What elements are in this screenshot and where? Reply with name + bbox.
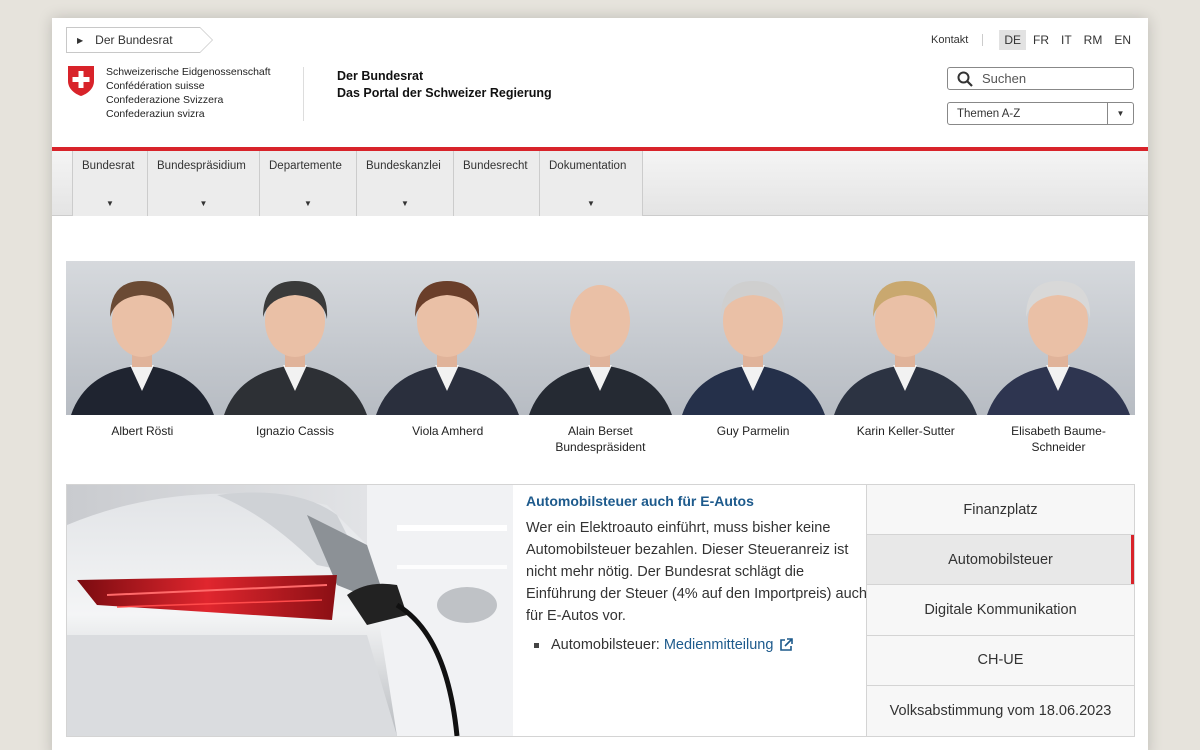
breadcrumb[interactable]: ▶ Der Bundesrat	[66, 27, 213, 53]
bullet-icon	[534, 642, 539, 648]
lang-rm[interactable]: RM	[1079, 30, 1108, 50]
nav-item-label: Departemente	[269, 160, 342, 172]
breadcrumb-label: Der Bundesrat	[95, 33, 173, 47]
contact-link[interactable]: Kontakt	[931, 34, 984, 46]
member-name: Alain Berset	[568, 424, 633, 438]
caret-down-icon: ▼	[199, 199, 208, 208]
page: ▶ Der Bundesrat Schweizerische Eidgenoss…	[52, 18, 1148, 750]
conf-line-it: Confederazione Svizzera	[106, 94, 224, 106]
portal-subtitle: Das Portal der Schweizer Regierung	[337, 86, 552, 100]
lang-en[interactable]: EN	[1109, 30, 1136, 50]
conf-line-fr: Confédération suisse	[106, 80, 205, 92]
swiss-shield-icon	[68, 66, 94, 96]
topic-tab-automobilsteuer[interactable]: Automobilsteuer	[867, 535, 1134, 586]
topic-label: Finanzplatz	[963, 501, 1038, 518]
topic-label: Automobilsteuer	[948, 551, 1053, 568]
topic-label: Digitale Kommunikation	[924, 601, 1077, 618]
council-portrait[interactable]	[982, 261, 1135, 415]
topic-tab-digitale-kommunikation[interactable]: Digitale Kommunikation	[867, 585, 1134, 636]
confederation-names: Schweizerische Eidgenossenschaft Confédé…	[106, 65, 271, 121]
conf-line-rm: Confederaziun svizra	[106, 108, 205, 120]
conf-line-de: Schweizerische Eidgenossenschaft	[106, 66, 271, 78]
caret-down-icon: ▼	[587, 199, 595, 208]
member-name: Ignazio Cassis	[256, 424, 335, 438]
member-name: Viola Amherd	[412, 424, 484, 438]
nav-item-label: Bundesrecht	[463, 160, 528, 172]
portal-title[interactable]: Der Bundesrat Das Portal der Schweizer R…	[337, 68, 552, 102]
nav-item-bundespraesidium[interactable]: Bundespräsidium ▼	[147, 151, 259, 216]
council-portrait[interactable]	[371, 261, 524, 415]
feature-article: Automobilsteuer auch für E-Autos Wer ein…	[526, 493, 868, 653]
federal-council-names: Albert Rösti Ignazio Cassis Viola Amherd…	[66, 423, 1135, 455]
confederation-logo[interactable]: Schweizerische Eidgenossenschaft Confédé…	[66, 65, 271, 121]
council-portrait[interactable]	[829, 261, 982, 415]
member-name: Karin Keller-Sutter	[856, 424, 955, 438]
topic-tab-volksabstimmung[interactable]: Volksabstimmung vom 18.06.2023	[867, 685, 1134, 736]
council-member[interactable]: Ignazio Cassis	[219, 423, 372, 455]
council-member[interactable]: Guy Parmelin	[677, 423, 830, 455]
nav-item-dokumentation[interactable]: Dokumentation ▼	[539, 151, 643, 216]
caret-down-icon: ▼	[304, 199, 312, 208]
member-name: Albert Rösti	[111, 424, 174, 438]
topic-tab-ch-ue[interactable]: CH-UE	[867, 635, 1134, 686]
member-name: Guy Parmelin	[716, 424, 790, 438]
nav-item-label: Bundeskanzlei	[366, 160, 441, 172]
themes-select-value: Themen A-Z	[957, 107, 1021, 120]
council-member[interactable]: Albert Rösti	[66, 423, 219, 455]
search-icon	[957, 71, 973, 87]
lang-it[interactable]: IT	[1056, 30, 1077, 50]
council-member[interactable]: Alain Berset Bundespräsident	[524, 423, 677, 455]
external-link-icon	[780, 638, 794, 651]
article-title[interactable]: Automobilsteuer auch für E-Autos	[526, 493, 868, 509]
federal-council-photo	[66, 261, 1135, 415]
chevron-down-icon: ▼	[1107, 103, 1133, 124]
nav-item-label: Bundesrat	[82, 160, 135, 172]
search-placeholder: Suchen	[982, 71, 1027, 86]
nav-item-bundeskanzlei[interactable]: Bundeskanzlei ▼	[356, 151, 453, 216]
themes-select[interactable]: Themen A-Z ▼	[947, 102, 1134, 125]
article-list-item: Automobilsteuer: Medienmitteilung	[526, 637, 868, 653]
caret-down-icon: ▼	[106, 199, 114, 208]
topic-tabs: Finanzplatz Automobilsteuer Digitale Kom…	[866, 485, 1134, 736]
nav-item-bundesrat[interactable]: Bundesrat ▼	[72, 151, 147, 216]
nav-item-bundesrecht[interactable]: Bundesrecht	[453, 151, 539, 216]
council-member[interactable]: Elisabeth Baume-Schneider	[982, 423, 1135, 455]
member-role: Bundespräsident	[555, 440, 646, 454]
search-input[interactable]: Suchen	[947, 67, 1134, 90]
press-release-link[interactable]: Medienmitteilung	[664, 637, 774, 653]
electric-car-image	[67, 485, 513, 736]
portal-title-main: Der Bundesrat	[337, 69, 424, 83]
topic-label: Volksabstimmung vom 18.06.2023	[889, 702, 1112, 719]
nav-item-label: Dokumentation	[549, 160, 627, 172]
main-nav: Bundesrat ▼ Bundespräsidium ▼ Departemen…	[52, 151, 1148, 216]
council-member[interactable]: Karin Keller-Sutter	[829, 423, 982, 455]
topic-label: CH-UE	[977, 652, 1024, 669]
council-portrait[interactable]	[66, 261, 219, 415]
list-prefix: Automobilsteuer:	[551, 637, 660, 653]
caret-right-icon: ▶	[77, 35, 84, 45]
council-portrait[interactable]	[524, 261, 677, 415]
topic-tab-finanzplatz[interactable]: Finanzplatz	[867, 485, 1134, 536]
lang-de[interactable]: DE	[999, 30, 1026, 50]
member-name: Elisabeth Baume-Schneider	[1011, 424, 1106, 454]
council-portrait[interactable]	[219, 261, 372, 415]
lang-fr[interactable]: FR	[1028, 30, 1054, 50]
electric-car-illustration	[67, 485, 513, 736]
feature-panel: Automobilsteuer auch für E-Autos Wer ein…	[66, 484, 1135, 737]
council-portrait[interactable]	[677, 261, 830, 415]
council-member[interactable]: Viola Amherd	[371, 423, 524, 455]
nav-item-departemente[interactable]: Departemente ▼	[259, 151, 356, 216]
header-divider	[303, 67, 304, 121]
nav-item-label: Bundespräsidium	[157, 160, 246, 172]
meta-nav: Kontakt DE FR IT RM EN	[931, 30, 1136, 50]
caret-down-icon: ▼	[401, 199, 409, 208]
article-body: Wer ein Elektroauto einführt, muss bishe…	[526, 520, 867, 624]
